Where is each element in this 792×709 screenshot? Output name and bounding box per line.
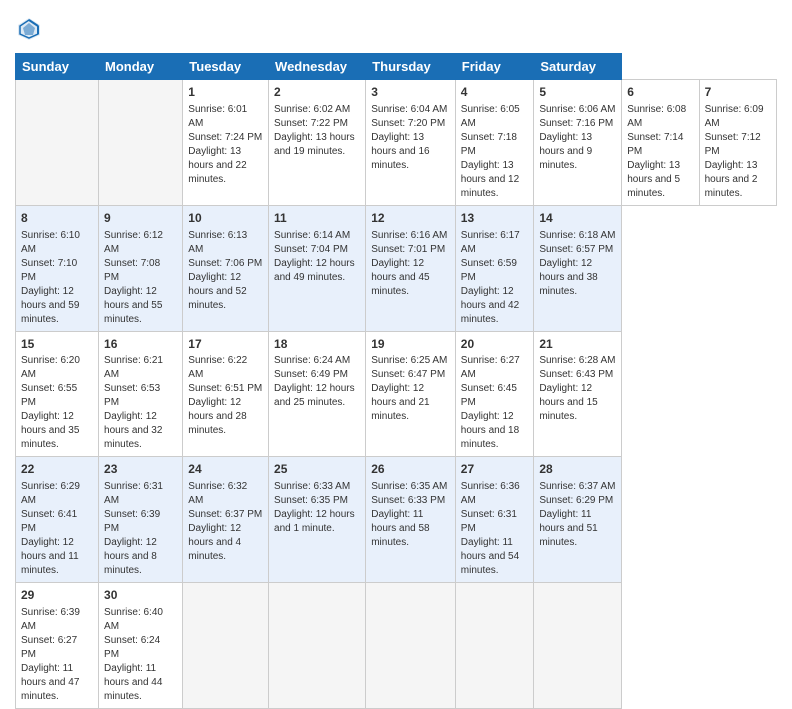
calendar-cell: 8Sunrise: 6:10 AMSunset: 7:10 PMDaylight…	[16, 205, 99, 331]
day-number: 29	[21, 587, 93, 604]
weekday-header: Wednesday	[269, 54, 366, 80]
day-number: 28	[539, 461, 616, 478]
day-number: 30	[104, 587, 177, 604]
day-number: 22	[21, 461, 93, 478]
day-number: 14	[539, 210, 616, 227]
calendar-cell: 7Sunrise: 6:09 AMSunset: 7:12 PMDaylight…	[699, 80, 776, 206]
day-number: 4	[461, 84, 529, 101]
day-number: 20	[461, 336, 529, 353]
calendar-cell: 9Sunrise: 6:12 AMSunset: 7:08 PMDaylight…	[99, 205, 183, 331]
day-number: 2	[274, 84, 360, 101]
day-number: 8	[21, 210, 93, 227]
calendar-cell: 6Sunrise: 6:08 AMSunset: 7:14 PMDaylight…	[622, 80, 699, 206]
day-number: 18	[274, 336, 360, 353]
calendar-cell: 22Sunrise: 6:29 AMSunset: 6:41 PMDayligh…	[16, 457, 99, 583]
calendar-cell: 24Sunrise: 6:32 AMSunset: 6:37 PMDayligh…	[183, 457, 269, 583]
calendar-cell: 19Sunrise: 6:25 AMSunset: 6:47 PMDayligh…	[366, 331, 456, 457]
day-number: 10	[188, 210, 263, 227]
calendar-cell: 20Sunrise: 6:27 AMSunset: 6:45 PMDayligh…	[455, 331, 534, 457]
day-number: 15	[21, 336, 93, 353]
calendar-cell	[269, 583, 366, 709]
day-number: 6	[627, 84, 693, 101]
calendar-cell: 17Sunrise: 6:22 AMSunset: 6:51 PMDayligh…	[183, 331, 269, 457]
logo	[15, 15, 47, 43]
calendar-cell	[16, 80, 99, 206]
calendar-cell: 10Sunrise: 6:13 AMSunset: 7:06 PMDayligh…	[183, 205, 269, 331]
calendar-cell: 28Sunrise: 6:37 AMSunset: 6:29 PMDayligh…	[534, 457, 622, 583]
day-number: 16	[104, 336, 177, 353]
calendar-cell: 18Sunrise: 6:24 AMSunset: 6:49 PMDayligh…	[269, 331, 366, 457]
day-number: 25	[274, 461, 360, 478]
calendar-cell: 16Sunrise: 6:21 AMSunset: 6:53 PMDayligh…	[99, 331, 183, 457]
calendar-table: SundayMondayTuesdayWednesdayThursdayFrid…	[15, 53, 777, 709]
day-number: 26	[371, 461, 450, 478]
calendar-cell: 4Sunrise: 6:05 AMSunset: 7:18 PMDaylight…	[455, 80, 534, 206]
day-number: 12	[371, 210, 450, 227]
calendar-cell	[534, 583, 622, 709]
calendar-cell	[455, 583, 534, 709]
calendar-cell: 1Sunrise: 6:01 AMSunset: 7:24 PMDaylight…	[183, 80, 269, 206]
calendar-cell	[183, 583, 269, 709]
calendar-cell: 3Sunrise: 6:04 AMSunset: 7:20 PMDaylight…	[366, 80, 456, 206]
calendar-cell: 5Sunrise: 6:06 AMSunset: 7:16 PMDaylight…	[534, 80, 622, 206]
day-number: 24	[188, 461, 263, 478]
calendar-cell	[99, 80, 183, 206]
day-number: 17	[188, 336, 263, 353]
calendar-cell: 29Sunrise: 6:39 AMSunset: 6:27 PMDayligh…	[16, 583, 99, 709]
day-number: 9	[104, 210, 177, 227]
day-number: 5	[539, 84, 616, 101]
calendar-cell: 15Sunrise: 6:20 AMSunset: 6:55 PMDayligh…	[16, 331, 99, 457]
calendar-cell: 13Sunrise: 6:17 AMSunset: 6:59 PMDayligh…	[455, 205, 534, 331]
day-number: 1	[188, 84, 263, 101]
day-number: 11	[274, 210, 360, 227]
weekday-header: Sunday	[16, 54, 99, 80]
calendar-cell: 12Sunrise: 6:16 AMSunset: 7:01 PMDayligh…	[366, 205, 456, 331]
day-number: 7	[705, 84, 771, 101]
weekday-header: Tuesday	[183, 54, 269, 80]
weekday-header: Monday	[99, 54, 183, 80]
calendar-cell	[366, 583, 456, 709]
weekday-header: Saturday	[534, 54, 622, 80]
calendar-cell: 26Sunrise: 6:35 AMSunset: 6:33 PMDayligh…	[366, 457, 456, 583]
calendar-cell: 30Sunrise: 6:40 AMSunset: 6:24 PMDayligh…	[99, 583, 183, 709]
weekday-header: Thursday	[366, 54, 456, 80]
day-number: 23	[104, 461, 177, 478]
day-number: 13	[461, 210, 529, 227]
day-number: 3	[371, 84, 450, 101]
day-number: 19	[371, 336, 450, 353]
calendar-cell: 14Sunrise: 6:18 AMSunset: 6:57 PMDayligh…	[534, 205, 622, 331]
calendar-cell: 27Sunrise: 6:36 AMSunset: 6:31 PMDayligh…	[455, 457, 534, 583]
calendar-cell: 2Sunrise: 6:02 AMSunset: 7:22 PMDaylight…	[269, 80, 366, 206]
logo-icon	[15, 15, 43, 43]
calendar-cell: 25Sunrise: 6:33 AMSunset: 6:35 PMDayligh…	[269, 457, 366, 583]
calendar-cell: 23Sunrise: 6:31 AMSunset: 6:39 PMDayligh…	[99, 457, 183, 583]
day-number: 21	[539, 336, 616, 353]
calendar-cell: 21Sunrise: 6:28 AMSunset: 6:43 PMDayligh…	[534, 331, 622, 457]
weekday-header: Friday	[455, 54, 534, 80]
day-number: 27	[461, 461, 529, 478]
calendar-cell: 11Sunrise: 6:14 AMSunset: 7:04 PMDayligh…	[269, 205, 366, 331]
